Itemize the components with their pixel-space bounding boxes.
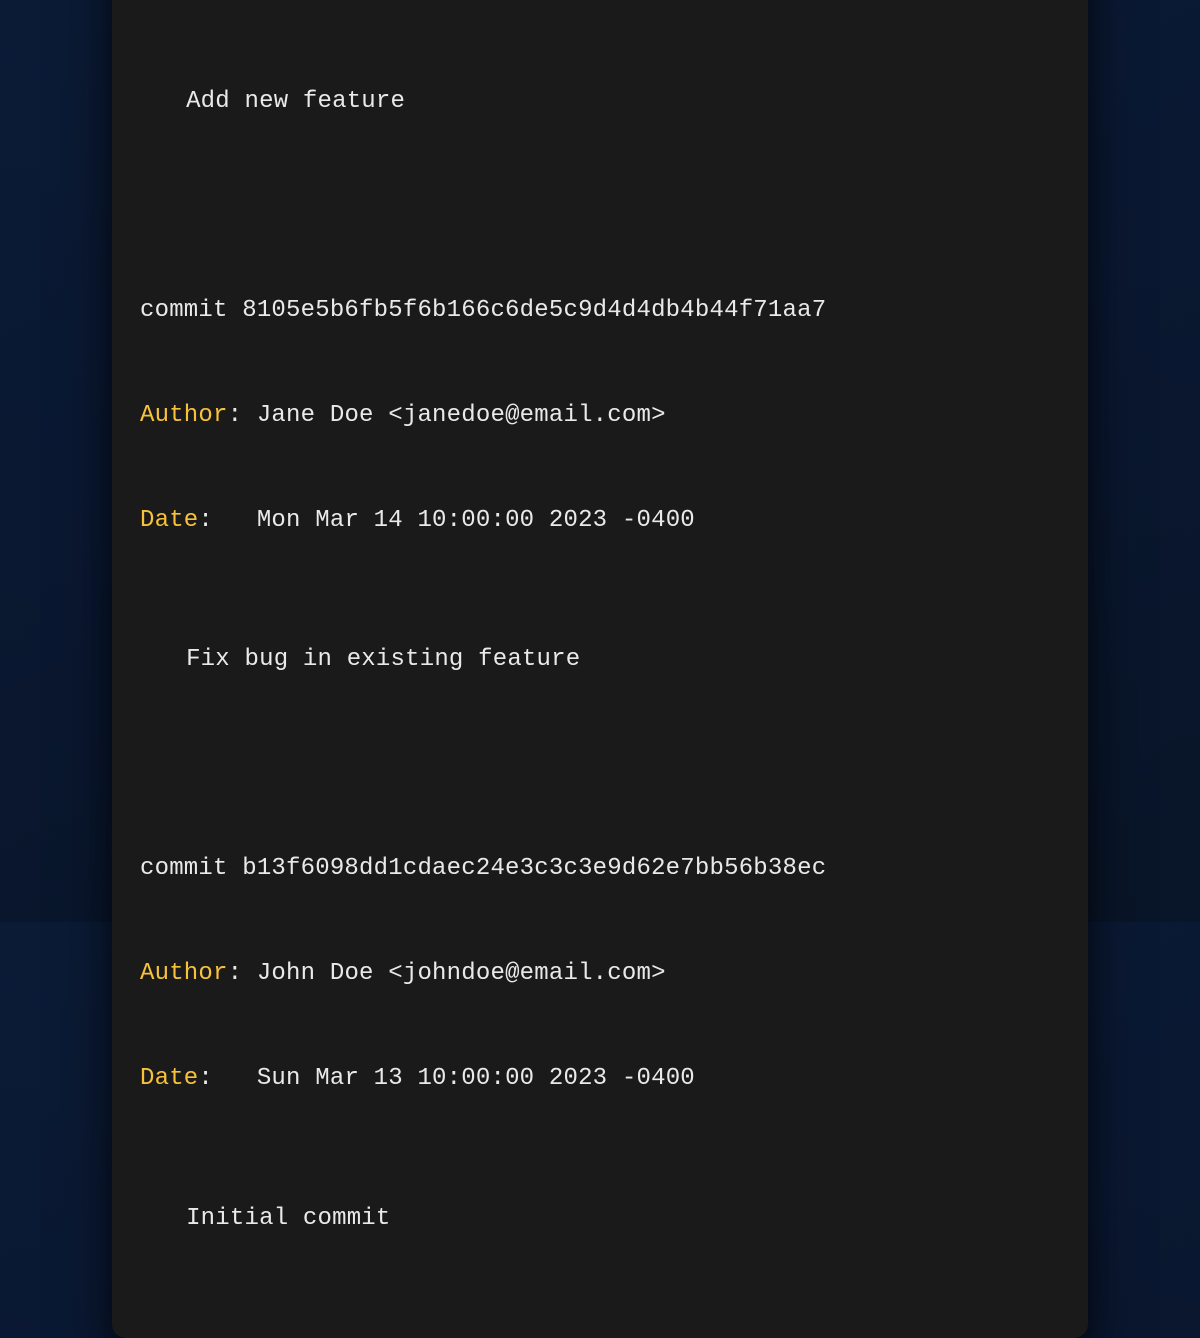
date-value: : Mon Mar 14 10:00:00 2023 -0400 xyxy=(198,507,694,534)
commit-date-line: Date: Sun Mar 13 10:00:00 2023 -0400 xyxy=(140,1061,1060,1096)
commit-entry: commit b13f6098dd1cdaec24e3c3c3e9d62e7bb… xyxy=(140,781,1060,1305)
commit-hash-line: commit b13f6098dd1cdaec24e3c3c3e9d62e7bb… xyxy=(140,851,1060,886)
commit-author-line: Author: Jane Doe <janedoe@email.com> xyxy=(140,398,1060,433)
commit-hash-line: commit 8105e5b6fb5f6b166c6de5c9d4d4db4b4… xyxy=(140,293,1060,328)
date-label: Date xyxy=(140,1065,198,1092)
date-label: Date xyxy=(140,507,198,534)
commit-entry: commit f81e2661ec68130d6627277f47d3b3f73… xyxy=(140,0,1060,189)
commit-entry: commit 8105e5b6fb5f6b166c6de5c9d4d4db4b4… xyxy=(140,223,1060,747)
author-value: : Jane Doe <janedoe@email.com> xyxy=(228,402,666,429)
commit-message: Fix bug in existing feature xyxy=(140,642,1060,677)
commit-date-line: Date: Mon Mar 14 10:00:00 2023 -0400 xyxy=(140,503,1060,538)
author-value: : John Doe <johndoe@email.com> xyxy=(228,960,666,987)
author-label: Author xyxy=(140,960,228,987)
terminal-output: commit f81e2661ec68130d6627277f47d3b3f73… xyxy=(112,0,1088,1306)
author-label: Author xyxy=(140,402,228,429)
date-value: : Sun Mar 13 10:00:00 2023 -0400 xyxy=(198,1065,694,1092)
commit-author-line: Author: John Doe <johndoe@email.com> xyxy=(140,956,1060,991)
commit-message: Add new feature xyxy=(140,84,1060,119)
terminal-window: commit f81e2661ec68130d6627277f47d3b3f73… xyxy=(112,0,1088,1338)
commit-message: Initial commit xyxy=(140,1201,1060,1236)
